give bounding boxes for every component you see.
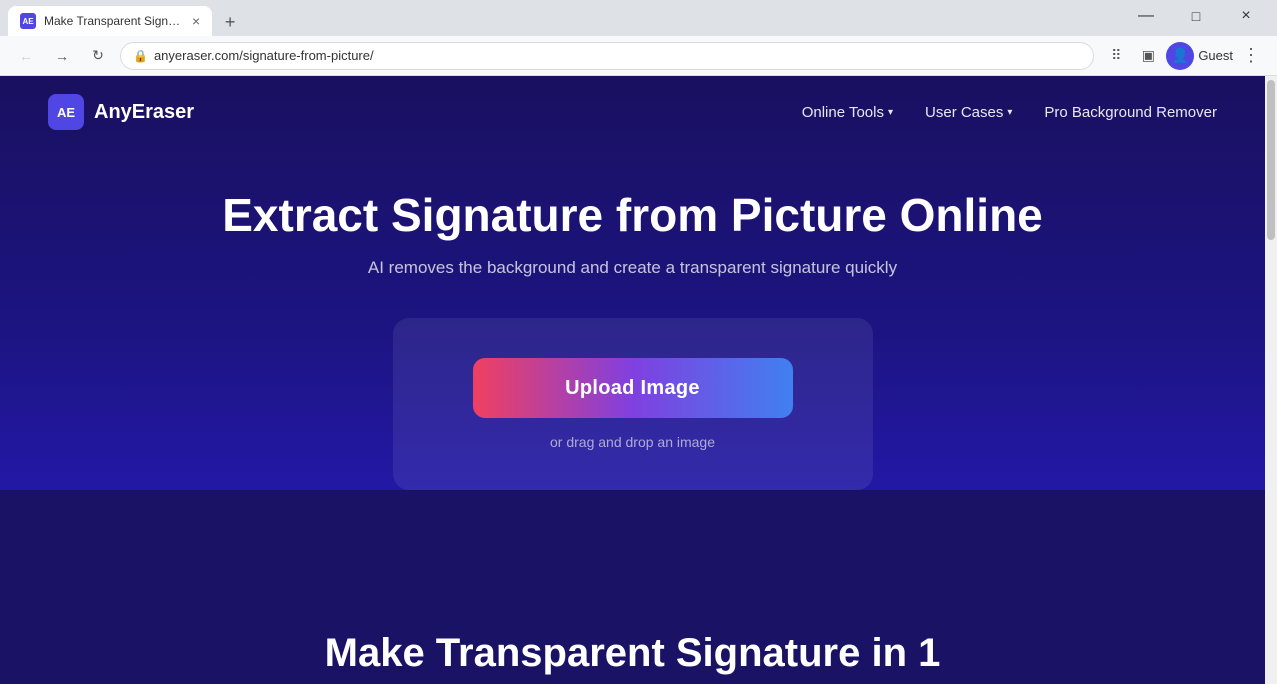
tab-title: Make Transparent Signature fr	[44, 14, 184, 28]
upload-image-button[interactable]: Upload Image	[473, 358, 793, 418]
bottom-title: Make Transparent Signature in 1	[277, 631, 989, 684]
address-bar[interactable]: 🔒 anyeraser.com/signature-from-picture/	[120, 42, 1094, 70]
user-avatar[interactable]: 👤	[1166, 42, 1194, 70]
extensions-button[interactable]: ⠿	[1102, 42, 1130, 70]
nav-user-cases[interactable]: User Cases ▾	[925, 104, 1012, 121]
refresh-button[interactable]: ↻	[84, 42, 112, 70]
nav-cases-label: User Cases	[925, 104, 1003, 121]
forward-button[interactable]: →	[48, 42, 76, 70]
close-window-button[interactable]: ×	[1223, 0, 1269, 32]
nav-pro-label: Pro Background Remover	[1044, 104, 1217, 121]
site-navigation: Online Tools ▾ User Cases ▾ Pro Backgrou…	[802, 104, 1217, 121]
nav-tools-label: Online Tools	[802, 104, 884, 121]
back-button[interactable]: ←	[12, 42, 40, 70]
new-tab-button[interactable]: +	[216, 8, 244, 36]
chrome-menu-button[interactable]: ⋮	[1237, 42, 1265, 70]
scrollbar-thumb[interactable]	[1267, 80, 1275, 240]
tab-favicon: AE	[20, 13, 36, 29]
site-logo[interactable]: AE AnyEraser	[48, 94, 194, 130]
hero-subtitle: AI removes the background and create a t…	[368, 258, 897, 278]
logo-name: AnyEraser	[94, 101, 194, 124]
site-header: AE AnyEraser Online Tools ▾ User Cases ▾…	[0, 76, 1265, 148]
scrollbar[interactable]	[1265, 80, 1277, 684]
hero-section: Extract Signature from Picture Online AI…	[0, 148, 1265, 490]
url-text: anyeraser.com/signature-from-picture/	[154, 48, 1081, 63]
bottom-section: Make Transparent Signature in 1	[0, 490, 1265, 684]
nav-pro-remover[interactable]: Pro Background Remover	[1044, 104, 1217, 121]
maximize-button[interactable]: □	[1173, 0, 1219, 32]
nav-online-tools[interactable]: Online Tools ▾	[802, 104, 893, 121]
upload-container: Upload Image or drag and drop an image	[393, 318, 873, 490]
tab-close-button[interactable]: ×	[192, 13, 200, 29]
browser-tab[interactable]: AE Make Transparent Signature fr ×	[8, 6, 212, 36]
drag-hint-text: or drag and drop an image	[550, 434, 715, 450]
minimize-button[interactable]: —	[1123, 0, 1169, 32]
hero-title: Extract Signature from Picture Online	[222, 188, 1043, 242]
sidebar-button[interactable]: ▣	[1134, 42, 1162, 70]
logo-icon: AE	[48, 94, 84, 130]
cases-chevron-icon: ▾	[1007, 107, 1012, 118]
lock-icon: 🔒	[133, 49, 148, 63]
tools-chevron-icon: ▾	[888, 107, 893, 118]
guest-label: Guest	[1198, 48, 1233, 63]
